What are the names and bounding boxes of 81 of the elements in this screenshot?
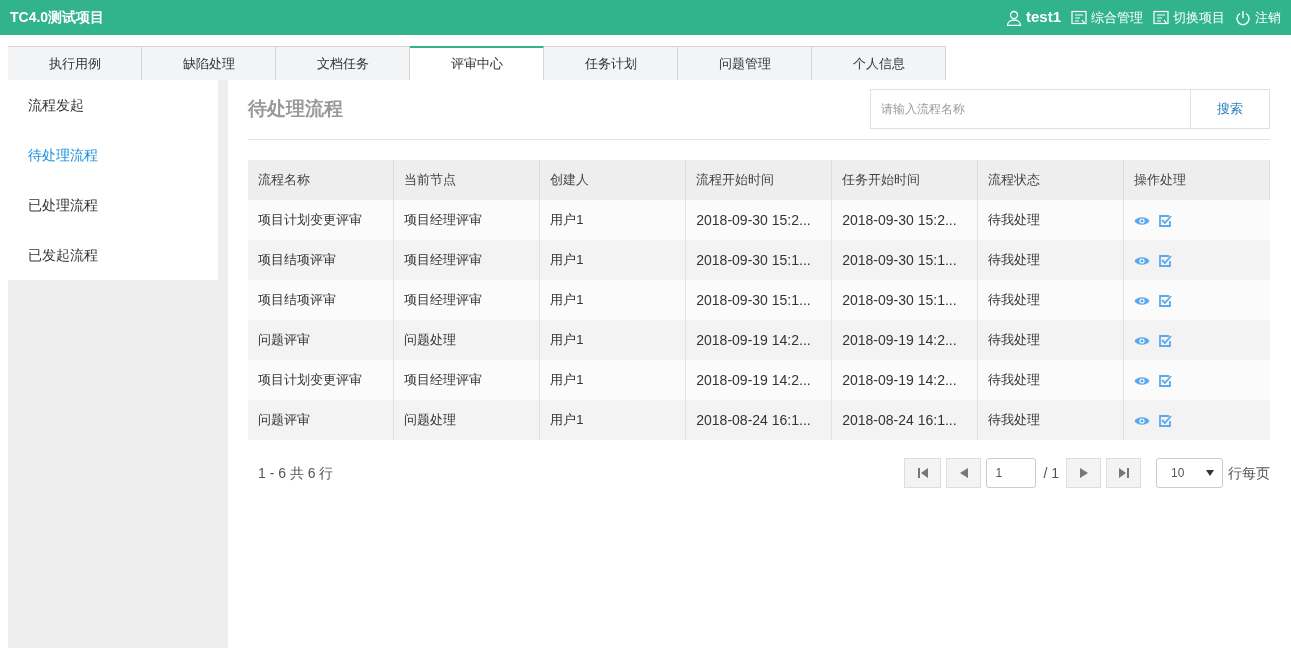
document-list-icon bbox=[1071, 9, 1087, 26]
check-square-icon[interactable] bbox=[1158, 214, 1173, 228]
table-cell: 待我处理 bbox=[977, 400, 1124, 440]
table-cell: 项目计划变更评审 bbox=[248, 360, 394, 400]
search-field[interactable]: 请输入流程名称 bbox=[870, 89, 1191, 129]
table-cell: 项目经理评审 bbox=[393, 240, 540, 280]
sidebar-item[interactable]: 已处理流程 bbox=[8, 180, 218, 230]
first-page-button[interactable] bbox=[904, 458, 942, 488]
table-cell: 问题处理 bbox=[393, 320, 540, 360]
table-cell: 问题处理 bbox=[393, 400, 540, 440]
table-cell: 待我处理 bbox=[977, 240, 1124, 280]
table-cell: 待我处理 bbox=[977, 320, 1124, 360]
table-cell: 2018-09-19 14:2... bbox=[831, 320, 978, 360]
sidebar-item[interactable]: 已发起流程 bbox=[8, 230, 218, 280]
table-cell: 用户1 bbox=[539, 200, 686, 240]
table-cell: 2018-09-30 15:2... bbox=[831, 200, 978, 240]
document-list-icon bbox=[1153, 9, 1169, 26]
last-page-icon bbox=[1117, 467, 1130, 479]
first-page-icon bbox=[916, 467, 929, 479]
table-cell: 项目经理评审 bbox=[393, 200, 540, 240]
check-square-icon[interactable] bbox=[1158, 294, 1173, 308]
next-page-button[interactable] bbox=[1066, 458, 1101, 488]
table-cell: 项目经理评审 bbox=[393, 280, 540, 320]
tab[interactable]: 个人信息 bbox=[812, 46, 946, 80]
table-cell: 用户1 bbox=[539, 360, 686, 400]
table-cell: 项目结项评审 bbox=[248, 240, 394, 280]
view-eye-icon[interactable] bbox=[1134, 255, 1151, 267]
left-triangle-icon bbox=[958, 468, 969, 478]
view-eye-icon[interactable] bbox=[1134, 415, 1151, 427]
table-cell: 用户1 bbox=[539, 320, 686, 360]
check-square-icon[interactable] bbox=[1158, 414, 1173, 428]
table-cell: 2018-09-30 15:1... bbox=[831, 280, 978, 320]
view-eye-icon[interactable] bbox=[1134, 375, 1151, 387]
table-cell: 待我处理 bbox=[977, 360, 1124, 400]
search-button[interactable]: 搜索 bbox=[1191, 89, 1270, 129]
table-cell: 项目结项评审 bbox=[248, 280, 394, 320]
table-cell: 用户1 bbox=[539, 240, 686, 280]
tab[interactable]: 任务计划 bbox=[544, 46, 678, 80]
table-cell: 2018-09-30 15:1... bbox=[831, 240, 978, 280]
table-cell: 待我处理 bbox=[977, 200, 1124, 240]
table-cell: 问题评审 bbox=[248, 400, 394, 440]
table-cell: 问题评审 bbox=[248, 320, 394, 360]
view-eye-icon[interactable] bbox=[1134, 335, 1151, 347]
table-cell: 项目计划变更评审 bbox=[248, 200, 394, 240]
check-square-icon[interactable] bbox=[1158, 254, 1173, 268]
page-title: 待处理流程 bbox=[248, 97, 343, 122]
per-page-label: 行每页 bbox=[1228, 463, 1270, 483]
tab[interactable]: 评审中心 bbox=[410, 46, 544, 80]
tab[interactable]: 执行用例 bbox=[8, 46, 142, 80]
previous-page-button[interactable] bbox=[946, 458, 982, 488]
table-cell: 2018-09-30 15:1... bbox=[685, 240, 832, 280]
table-cell: 2018-09-30 15:2... bbox=[685, 200, 832, 240]
view-eye-icon[interactable] bbox=[1134, 215, 1151, 227]
tab[interactable]: 文档任务 bbox=[276, 46, 410, 80]
right-triangle-icon bbox=[1078, 468, 1089, 478]
dropdown-caret-icon bbox=[1206, 470, 1214, 476]
table-cell: 2018-09-19 14:2... bbox=[685, 320, 832, 360]
table-cell: 2018-08-24 16:1... bbox=[685, 400, 832, 440]
table-cell: 2018-09-19 14:2... bbox=[831, 360, 978, 400]
tab[interactable]: 缺陷处理 bbox=[142, 46, 276, 80]
table-cell: 待我处理 bbox=[977, 280, 1124, 320]
view-eye-icon[interactable] bbox=[1134, 295, 1151, 307]
tab[interactable]: 问题管理 bbox=[678, 46, 812, 80]
table-cell: 2018-08-24 16:1... bbox=[831, 400, 978, 440]
table-cell: 2018-09-30 15:1... bbox=[685, 280, 832, 320]
table-cell: 用户1 bbox=[539, 280, 686, 320]
user-icon bbox=[1005, 9, 1022, 26]
last-page-button[interactable] bbox=[1106, 458, 1141, 488]
row-count-summary: 1 - 6 共 6 行 bbox=[258, 463, 334, 483]
table-cell: 2018-09-19 14:2... bbox=[685, 360, 832, 400]
app-title: TC4.0测试项目 bbox=[10, 8, 105, 27]
table-cell: 用户1 bbox=[539, 400, 686, 440]
page-total: / 1 bbox=[1042, 463, 1060, 483]
table-cell: 项目经理评审 bbox=[393, 360, 540, 400]
check-square-icon[interactable] bbox=[1158, 334, 1173, 348]
page-number-field[interactable]: 1 bbox=[986, 458, 1037, 488]
power-icon bbox=[1235, 9, 1251, 26]
page-size-select[interactable]: 10 bbox=[1156, 458, 1223, 488]
sidebar-item[interactable]: 待处理流程 bbox=[8, 130, 218, 180]
check-square-icon[interactable] bbox=[1158, 374, 1173, 388]
sidebar-item[interactable]: 流程发起 bbox=[8, 80, 218, 130]
